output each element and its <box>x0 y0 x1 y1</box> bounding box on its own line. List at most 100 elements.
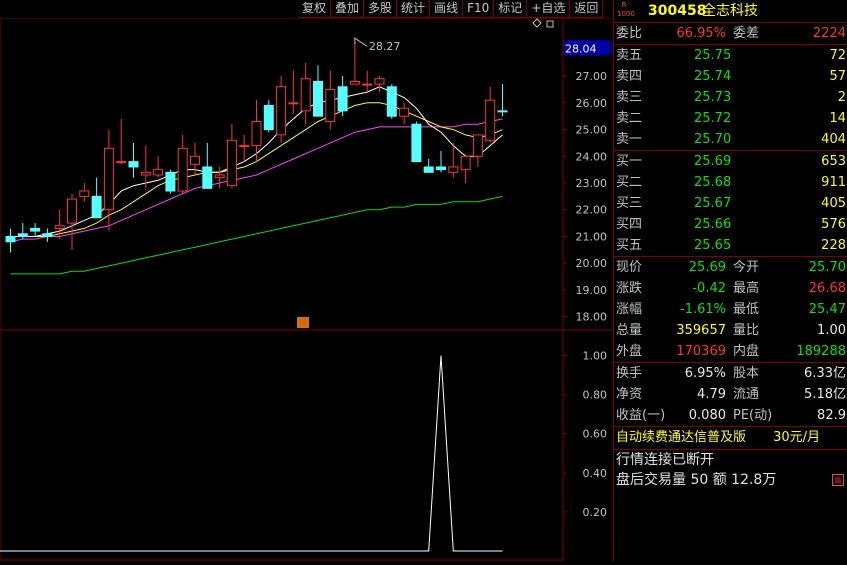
candle-body <box>423 166 434 173</box>
stat-label: 今开 <box>733 260 760 275</box>
candle-body <box>91 195 102 219</box>
diff-label: 委差 <box>733 26 760 41</box>
stat-label: 收益(一) <box>616 408 666 423</box>
toolbar-button[interactable]: 多股 <box>364 0 398 17</box>
banner-price: 30元/月 <box>773 430 820 445</box>
ask-row[interactable]: 卖三 25.73 2 <box>614 87 847 108</box>
stat-value: 82.9 <box>817 408 846 423</box>
bid-row[interactable]: 买一 25.69 653 <box>614 151 847 172</box>
toolbar-button[interactable]: F10 <box>463 0 495 17</box>
bid-row[interactable]: 买五 25.65 228 <box>614 235 847 256</box>
kline-chart: 28.0027.0026.0025.0024.0023.0022.0021.00… <box>0 17 612 561</box>
subscription-banner[interactable]: 自动续费通达信普及版 30元/月 <box>614 427 847 450</box>
toolbar-button[interactable]: 复权 <box>298 0 332 17</box>
stat-label: PE(动) <box>733 408 773 423</box>
toolbar-button[interactable]: +自选 <box>527 0 571 17</box>
stat-value: 25.70 <box>808 260 846 275</box>
level-price: 25.70 <box>694 132 732 147</box>
candle-body <box>128 161 139 168</box>
stat-label: 股本 <box>733 366 760 381</box>
y-tick-label: 26.00 <box>576 97 608 110</box>
stat-value: 6.95% <box>684 366 726 381</box>
toolbar-button[interactable]: 返回 <box>570 0 604 17</box>
candle-body <box>30 227 41 232</box>
stock-code[interactable]: 300458 <box>648 0 706 22</box>
square-icon <box>546 20 554 28</box>
y-tick-label: 23.00 <box>576 177 608 190</box>
sub-y-tick-label: 1.00 <box>583 350 608 363</box>
level-price: 25.65 <box>694 238 732 253</box>
level-price: 25.74 <box>694 69 732 84</box>
stat-label: 外盘 <box>616 344 643 359</box>
stat-label: 换手 <box>616 366 643 381</box>
ask-row[interactable]: 卖四 25.74 57 <box>614 66 847 87</box>
y-tick-label: 27.00 <box>576 70 608 83</box>
candle-body <box>251 121 262 147</box>
level-volume: 404 <box>821 132 846 147</box>
candle-body <box>436 166 446 171</box>
level-price: 25.69 <box>694 154 732 169</box>
ask-row[interactable]: 卖二 25.72 14 <box>614 108 847 129</box>
connection-message: 行情连接已断开 <box>616 452 714 468</box>
y-tick-label: 19.00 <box>576 284 608 297</box>
stock-header: R 1000 300458 全志科技 <box>614 0 847 23</box>
candle-body <box>276 86 287 136</box>
candle-body <box>116 161 127 164</box>
level-price: 25.73 <box>694 90 732 105</box>
level-label: 买一 <box>616 154 643 169</box>
stat-value: 25.69 <box>688 260 726 275</box>
toolbar-button[interactable]: 统计 <box>397 0 431 17</box>
stat-value: -0.42 <box>692 281 726 296</box>
bid-row[interactable]: 买四 25.66 576 <box>614 214 847 235</box>
stat-label: 内盘 <box>733 344 760 359</box>
candle-body <box>349 80 360 85</box>
y-tick-label: 24.00 <box>576 150 608 163</box>
candle-body <box>5 235 16 243</box>
stat-value: 1.00 <box>817 323 846 338</box>
level-label: 买四 <box>616 217 643 232</box>
stat-label: 最高 <box>733 281 760 296</box>
stat-row: 涨幅 -1.61% 最低 25.47 <box>614 299 847 320</box>
ma60-line <box>10 195 503 275</box>
toolbar-button[interactable]: 画线 <box>430 0 464 17</box>
diff-value: 2224 <box>812 26 846 41</box>
ask-row[interactable]: 卖五 25.75 72 <box>614 45 847 66</box>
level-label: 买二 <box>616 175 643 190</box>
sub-y-tick-label: 0.20 <box>583 506 608 519</box>
candle-body <box>313 80 323 117</box>
stat-label: 最低 <box>733 302 760 317</box>
stat-value: 5.18亿 <box>804 387 846 402</box>
level-price: 25.68 <box>694 175 732 190</box>
max-annotation: 28.27 <box>369 40 401 53</box>
candle-body <box>54 225 65 229</box>
bid-row[interactable]: 买三 25.67 405 <box>614 193 847 214</box>
stock-name[interactable]: 全志科技 <box>702 0 758 22</box>
level-label: 卖一 <box>616 132 643 147</box>
stat-label: 流通 <box>733 387 760 402</box>
level-label: 卖五 <box>616 48 643 63</box>
stat-row: 换手 6.95% 股本 6.33亿 <box>614 363 847 384</box>
stat-label: 涨跌 <box>616 281 643 296</box>
detail-icon[interactable]: ▥ <box>832 474 844 486</box>
candle-body <box>288 102 299 105</box>
stat-value: 359657 <box>676 323 726 338</box>
ask-row[interactable]: 卖一 25.70 404 <box>614 129 847 150</box>
stat-row: 外盘 170369 内盘 189288 <box>614 341 847 362</box>
candle-body <box>239 145 250 148</box>
stat-value: 6.33亿 <box>804 366 846 381</box>
fundamental-stats: 换手 6.95% 股本 6.33亿 净资 4.79 流通 5.18亿 收益(一) 0.080 PE(… <box>614 363 847 427</box>
ask-list: 卖五 25.75 72 卖四 25.74 57 卖三 25.73 2 卖二 25.72 14 卖一 25.… <box>614 45 847 151</box>
chart-toolbar: 复权 叠加 多股 统计 画线 F10 标记 +自选 返回 <box>298 0 604 18</box>
toolbar-button[interactable]: 标记 <box>494 0 528 17</box>
level-volume: 72 <box>829 48 846 63</box>
stat-value: 4.79 <box>697 387 726 402</box>
stat-label: 净资 <box>616 387 643 402</box>
level-label: 卖四 <box>616 69 643 84</box>
candle-body <box>460 155 471 171</box>
bid-row[interactable]: 买二 25.68 911 <box>614 172 847 193</box>
level-price: 25.67 <box>694 196 732 211</box>
candle-body <box>153 169 164 176</box>
level-volume: 405 <box>821 196 846 211</box>
y-tick-label: 21.00 <box>576 230 608 243</box>
toolbar-button[interactable]: 叠加 <box>331 0 365 17</box>
